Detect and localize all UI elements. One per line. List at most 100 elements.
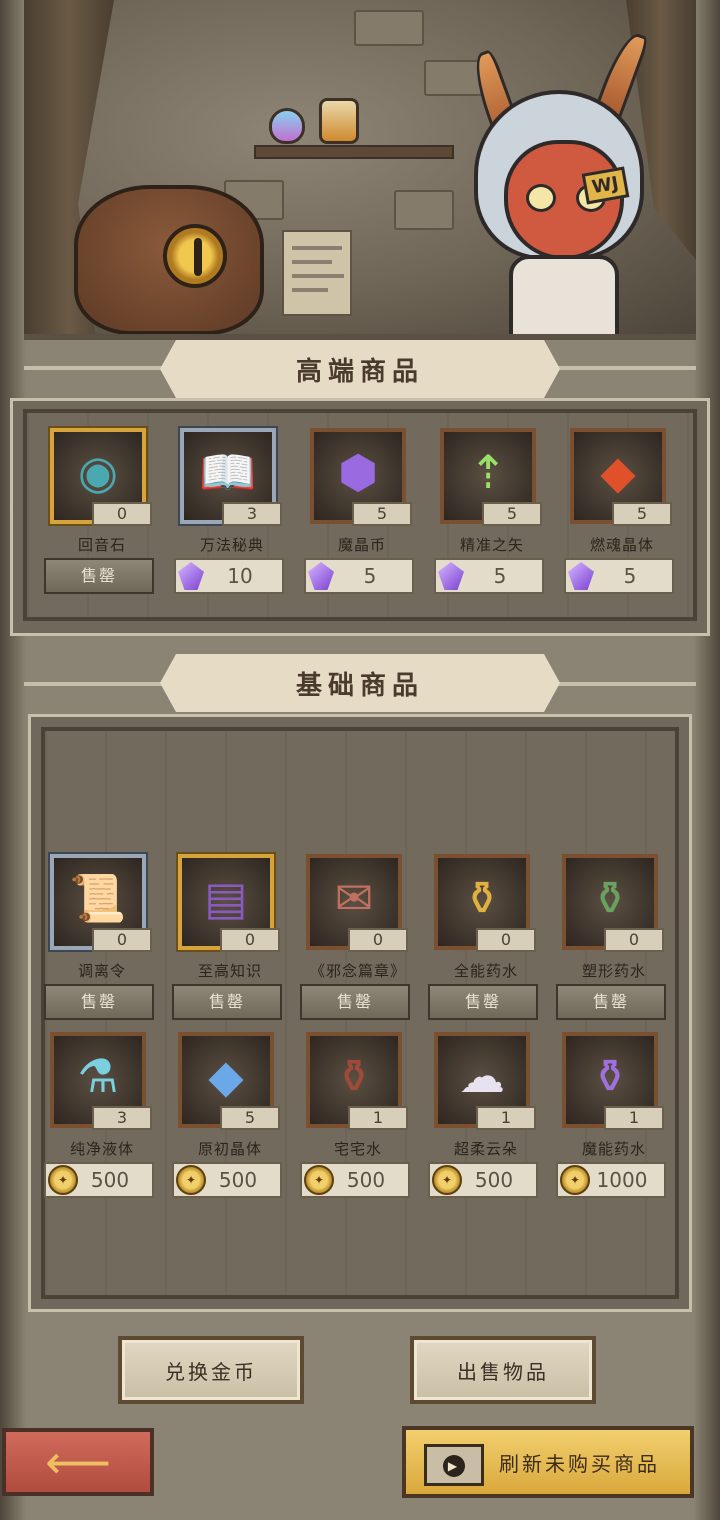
item-name: 调离令	[77, 962, 126, 980]
item-name: 超柔云朵	[453, 1140, 518, 1158]
sold-out-button[interactable]: 售罄	[556, 984, 666, 1020]
price-value: 5	[363, 564, 377, 588]
price-value: 10	[227, 564, 253, 588]
shop-item[interactable]: ⚱ 0 塑形药水 售罄	[556, 854, 672, 1020]
primordial-crystal-icon: ◆	[208, 1049, 244, 1103]
item-stock-count: 1	[348, 1106, 408, 1130]
shop-item[interactable]: ⚱ 1 宅宅水 ✦ 500	[300, 1032, 416, 1198]
sold-out-button[interactable]: 售罄	[172, 984, 282, 1020]
item-stock-count: 5	[612, 502, 672, 526]
soul-burning-crystal-icon: ◆	[600, 445, 636, 499]
item-icon-frame[interactable]: ⚱ 0	[434, 854, 536, 952]
price-value: 500	[218, 1168, 258, 1192]
omni-potion-icon: ⚱	[462, 871, 502, 925]
item-name: 《邪念篇章》	[309, 962, 406, 980]
item-icon-frame[interactable]: ▤ 0	[178, 854, 280, 952]
pure-liquid-icon: ⚗	[77, 1049, 119, 1103]
item-icon-frame[interactable]: 📖 3	[180, 428, 282, 526]
refresh-goods-label: 刷新未购买商品	[499, 1451, 660, 1476]
price-value: 500	[90, 1168, 130, 1192]
price-value: 5	[493, 564, 507, 588]
item-icon-frame[interactable]: ◉ 0	[50, 428, 152, 526]
buy-price-button[interactable]: ✦ 500	[44, 1162, 154, 1198]
shop-item[interactable]: ▤ 0 至高知识 售罄	[172, 854, 288, 1020]
item-name: 原初晶体	[197, 1140, 262, 1158]
buy-price-button[interactable]: ✦ 1000	[556, 1162, 666, 1198]
shop-item[interactable]: ⬢ 5 魔晶币 5	[304, 428, 420, 594]
one-eyed-creature	[74, 185, 264, 334]
gold-coin-icon: ✦	[304, 1165, 334, 1195]
shopkeeper-demon-girl: WJ	[454, 28, 674, 334]
item-icon-frame[interactable]: ◆ 5	[570, 428, 672, 526]
wanted-poster	[282, 230, 352, 316]
sold-out-button[interactable]: 售罄	[300, 984, 410, 1020]
shop-item[interactable]: ⚗ 3 纯净液体 ✦ 500	[44, 1032, 160, 1198]
item-icon-frame[interactable]: ⇡ 5	[440, 428, 542, 526]
video-ad-icon: ▶	[424, 1444, 484, 1486]
item-icon-frame[interactable]: ☁ 1	[434, 1032, 536, 1130]
item-stock-count: 3	[222, 502, 282, 526]
exchange-gold-button[interactable]: 兑换金币	[118, 1336, 304, 1404]
item-icon-frame[interactable]: ⚱ 0	[562, 854, 664, 952]
shop-item[interactable]: ⚱ 0 全能药水 售罄	[428, 854, 544, 1020]
item-name: 魔晶币	[337, 536, 386, 554]
echo-stone-icon: ◉	[77, 445, 119, 499]
soft-cloud-icon: ☁	[459, 1049, 505, 1103]
crystal-icon	[178, 562, 204, 590]
item-icon-frame[interactable]: ⚗ 3	[50, 1032, 152, 1130]
gold-coin-icon: ✦	[560, 1165, 590, 1195]
item-icon-frame[interactable]: ✉ 0	[306, 854, 408, 952]
sell-items-button[interactable]: 出售物品	[410, 1336, 596, 1404]
shop-item[interactable]: ✉ 0 《邪念篇章》售罄	[300, 854, 416, 1020]
item-stock-count: 5	[220, 1106, 280, 1130]
item-name: 精准之矢	[459, 536, 524, 554]
item-name: 纯净液体	[69, 1140, 134, 1158]
item-icon-frame[interactable]: ◆ 5	[178, 1032, 280, 1130]
blue-potion-icon	[269, 108, 305, 144]
crystal-icon	[438, 562, 464, 590]
sold-out-button[interactable]: 售罄	[44, 558, 154, 594]
orange-potion-icon	[319, 98, 359, 144]
shop-item[interactable]: ◆ 5 燃魂晶体 5	[564, 428, 680, 594]
item-name: 宅宅水	[333, 1140, 382, 1158]
play-icon: ▶	[443, 1455, 465, 1477]
item-stock-count: 0	[92, 928, 152, 952]
evil-chapter-icon: ✉	[334, 871, 374, 925]
shop-item[interactable]: ◆ 5 原初晶体 ✦ 500	[172, 1032, 288, 1198]
item-stock-count: 0	[604, 928, 664, 952]
price-value: 500	[346, 1168, 386, 1192]
refresh-goods-button[interactable]: ▶ 刷新未购买商品	[402, 1426, 694, 1498]
sold-out-button[interactable]: 售罄	[428, 984, 538, 1020]
buy-price-button[interactable]: 5	[304, 558, 414, 594]
outfit	[509, 255, 619, 334]
gold-coin-icon: ✦	[432, 1165, 462, 1195]
shop-item[interactable]: ⇡ 5 精准之矢 5	[434, 428, 550, 594]
item-icon-frame[interactable]: ⚱ 1	[306, 1032, 408, 1130]
item-icon-frame[interactable]: ⬢ 5	[310, 428, 412, 526]
item-icon-frame[interactable]: 📜 0	[50, 854, 152, 952]
otaku-water-icon: ⚱	[334, 1049, 374, 1103]
buy-price-button[interactable]: ✦ 500	[172, 1162, 282, 1198]
item-stock-count: 5	[352, 502, 412, 526]
buy-price-button[interactable]: ✦ 500	[428, 1162, 538, 1198]
wall-brick	[394, 190, 454, 230]
buy-price-button[interactable]: ✦ 500	[300, 1162, 410, 1198]
item-stock-count: 1	[604, 1106, 664, 1130]
item-icon-frame[interactable]: ⚱ 1	[562, 1032, 664, 1130]
shop-item[interactable]: ☁ 1 超柔云朵 ✦ 500	[428, 1032, 544, 1198]
shop-item[interactable]: 📖 3 万法秘典 10	[174, 428, 290, 594]
shopkeeper-scene: WJ	[24, 0, 696, 340]
back-button[interactable]: ⟵	[2, 1428, 154, 1496]
shop-item[interactable]: ⚱ 1 魔能药水 ✦ 1000	[556, 1032, 672, 1198]
item-name: 万法秘典	[199, 536, 264, 554]
shop-item[interactable]: ◉ 0 回音石售罄	[44, 428, 160, 594]
supreme-knowledge-book-icon: ▤	[204, 871, 248, 925]
sold-out-button[interactable]: 售罄	[44, 984, 154, 1020]
buy-price-button[interactable]: 5	[434, 558, 544, 594]
shop-item[interactable]: 📜 0 调离令售罄	[44, 854, 160, 1020]
buy-price-button[interactable]: 10	[174, 558, 284, 594]
item-name: 回音石	[77, 536, 126, 554]
price-value: 1000	[596, 1168, 648, 1192]
buy-price-button[interactable]: 5	[564, 558, 674, 594]
price-value: 500	[474, 1168, 514, 1192]
